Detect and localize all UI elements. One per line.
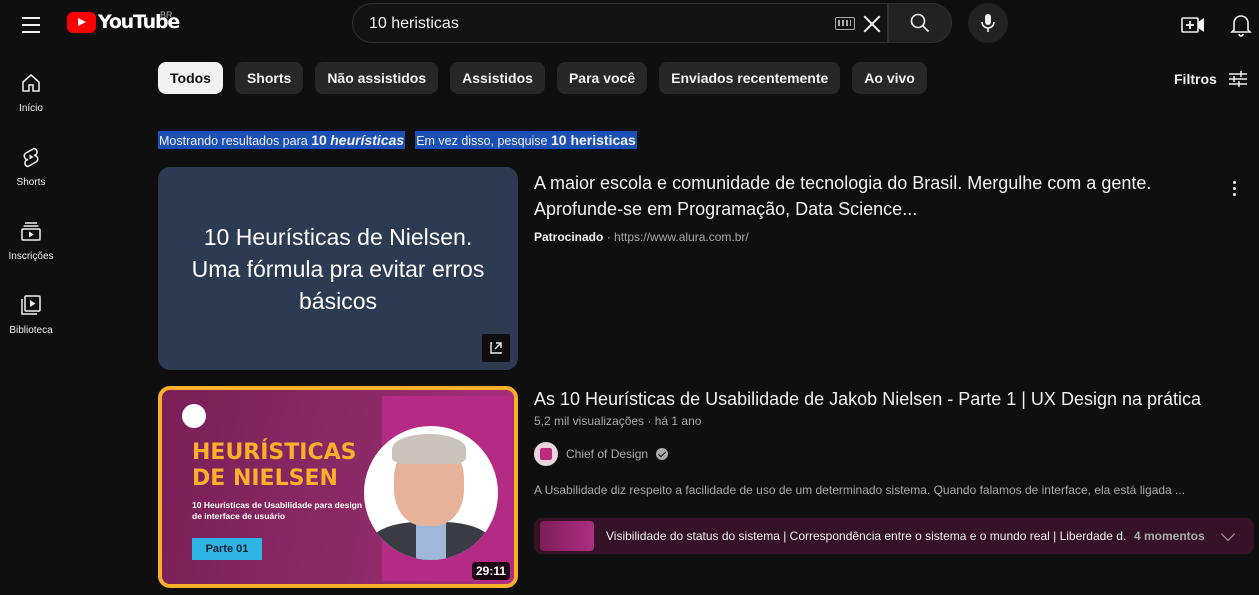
search-instead-for: Em vez disso, pesquise 10 heristicas (415, 131, 637, 149)
video-title[interactable]: As 10 Heurísticas de Usabilidade de Jako… (534, 387, 1201, 411)
filter-sliders-icon (1228, 71, 1247, 87)
presenter-photo (364, 426, 498, 560)
ad-meta: Patrocinado · https://www.alura.com.br/ (534, 230, 749, 244)
search-button[interactable] (888, 3, 952, 43)
bell-icon (1230, 15, 1252, 37)
shorts-icon (23, 147, 39, 168)
ad-thumbnail[interactable]: 10 Heurísticas de Nielsen. Uma fórmula p… (158, 167, 518, 370)
ad-title[interactable]: A maior escola e comunidade de tecnologi… (534, 170, 1194, 222)
search-input[interactable]: 10 heristicas (369, 15, 809, 33)
external-link-icon (490, 342, 502, 354)
search-icon (910, 13, 930, 33)
sidebar-item-label: Biblioteca (9, 325, 53, 336)
channel-logo-icon (182, 404, 206, 428)
thumbnail-title: HEURÍSTICAS DE NIELSEN (192, 440, 357, 491)
video-meta: 5,2 mil visualizações · há 1 ano (534, 414, 702, 428)
channel-name[interactable]: Chief of Design (566, 447, 648, 461)
clear-search-icon[interactable] (861, 13, 883, 35)
country-code: BR (160, 10, 173, 20)
moments-text: Visibilidade do status do sistema | Corr… (606, 529, 1126, 543)
ad-thumbnail-text: 10 Heurísticas de Nielsen. Uma fórmula p… (191, 224, 485, 314)
original-query-link[interactable]: 10 heristicas (551, 132, 636, 148)
voice-search-button[interactable] (968, 3, 1008, 43)
more-actions-icon[interactable] (1222, 176, 1246, 200)
keyboard-icon[interactable] (835, 17, 855, 30)
chip-assistidos[interactable]: Assistidos (450, 62, 545, 94)
corrected-query-word[interactable]: heurísticas (330, 132, 404, 148)
chevron-down-icon[interactable] (1220, 526, 1235, 541)
sidebar-item-label: Shorts (16, 177, 46, 188)
channel-link[interactable]: Chief of Design (534, 442, 669, 466)
spelling-correction: Mostrando resultados para 10 heurísticas… (158, 131, 637, 149)
chip-todos[interactable]: Todos (158, 62, 223, 94)
key-moments-bar[interactable]: Visibilidade do status do sistema | Corr… (534, 518, 1254, 554)
showing-results-for: Mostrando resultados para 10 heurísticas (158, 131, 406, 149)
ad-url[interactable]: https://www.alura.com.br/ (614, 230, 749, 244)
chip-para-voce[interactable]: Para você (556, 62, 648, 94)
thumbnail-subtitle: 10 Heurísticas de Usabilidade para desig… (192, 500, 363, 521)
chip-shorts[interactable]: Shorts (234, 62, 304, 94)
duration-badge: 29:11 (471, 562, 510, 580)
create-video-icon (1181, 17, 1204, 33)
notifications-button[interactable] (1224, 8, 1258, 42)
sidebar-item-shorts[interactable]: Shorts (0, 130, 62, 200)
sidebar-item-library[interactable]: Biblioteca (0, 278, 62, 348)
upload-age: há 1 ano (654, 414, 702, 428)
chip-enviados-recentemente[interactable]: Enviados recentemente (659, 62, 841, 94)
sponsored-label: Patrocinado (534, 230, 604, 244)
thumbnail-part-badge: Parte 01 (192, 538, 262, 560)
sidebar-item-subscriptions[interactable]: Inscrições (0, 204, 62, 274)
library-icon (21, 295, 41, 315)
home-icon (22, 74, 40, 92)
create-button[interactable] (1176, 8, 1210, 42)
sidebar-item-label: Inscrições (8, 251, 54, 262)
top-bar: YouTube BR 10 heristicas (0, 0, 1259, 50)
video-thumbnail[interactable]: HEURÍSTICAS DE NIELSEN 10 Heurísticas de… (158, 386, 518, 588)
youtube-play-icon (67, 11, 96, 33)
menu-icon[interactable] (14, 8, 48, 42)
external-link-button[interactable] (482, 334, 510, 362)
sidebar-item-home[interactable]: Início (0, 56, 62, 126)
verified-icon (656, 448, 669, 460)
subscriptions-icon (21, 222, 41, 241)
avatar[interactable] (534, 442, 558, 466)
filters-button[interactable]: Filtros (1174, 68, 1249, 90)
moment-thumbnail (540, 521, 594, 551)
microphone-icon (981, 14, 995, 32)
chip-nao-assistidos[interactable]: Não assistidos (315, 62, 439, 94)
chip-ao-vivo[interactable]: Ao vivo (852, 62, 927, 94)
filters-label: Filtros (1174, 71, 1217, 87)
search-box[interactable]: 10 heristicas (352, 3, 888, 43)
view-count: 5,2 mil visualizações (534, 414, 645, 428)
moments-count: 4 momentos (1134, 529, 1205, 543)
sidebar-item-label: Início (19, 103, 43, 114)
filter-chips: Todos Shorts Não assistidos Assistidos P… (158, 62, 927, 94)
corrected-query-link[interactable]: 10 (311, 132, 327, 148)
video-description: A Usabilidade diz respeito a facilidade … (534, 483, 1186, 497)
